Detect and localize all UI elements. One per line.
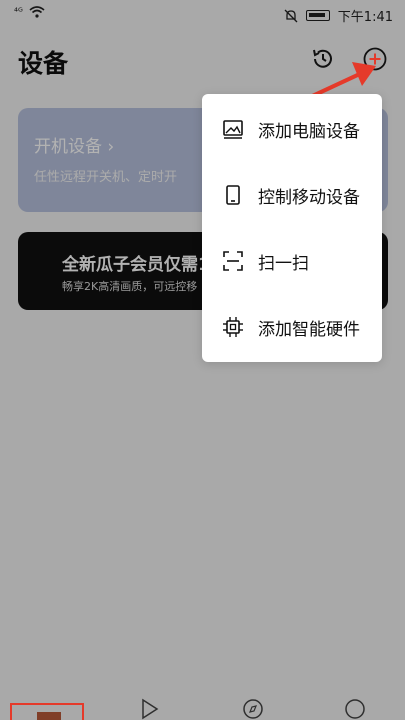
chip-icon [223,317,243,337]
menu-item-label: 控制移动设备 [258,187,360,208]
menu-item-label: 添加电脑设备 [258,121,360,142]
menu-item-add-hardware[interactable]: 添加智能硬件 [202,294,382,360]
scan-icon [223,251,243,271]
menu-item-label: 添加智能硬件 [258,319,360,340]
menu-item-add-computer[interactable]: 添加电脑设备 [202,96,382,162]
screen: ⁴ᴳ 下午1:41 设备 开机设备 › 任性远程开关机、定时开 全新瓜子会员仅需… [0,0,405,720]
menu-item-label: 扫一扫 [258,253,309,274]
phone-icon [226,185,240,205]
menu-item-control-mobile[interactable]: 控制移动设备 [202,162,382,228]
add-menu: 添加电脑设备 控制移动设备 扫一扫 添加智能硬件 [202,94,382,362]
image-icon [223,120,243,139]
tab-highlight-annotation [10,703,84,720]
menu-item-scan[interactable]: 扫一扫 [202,228,382,294]
